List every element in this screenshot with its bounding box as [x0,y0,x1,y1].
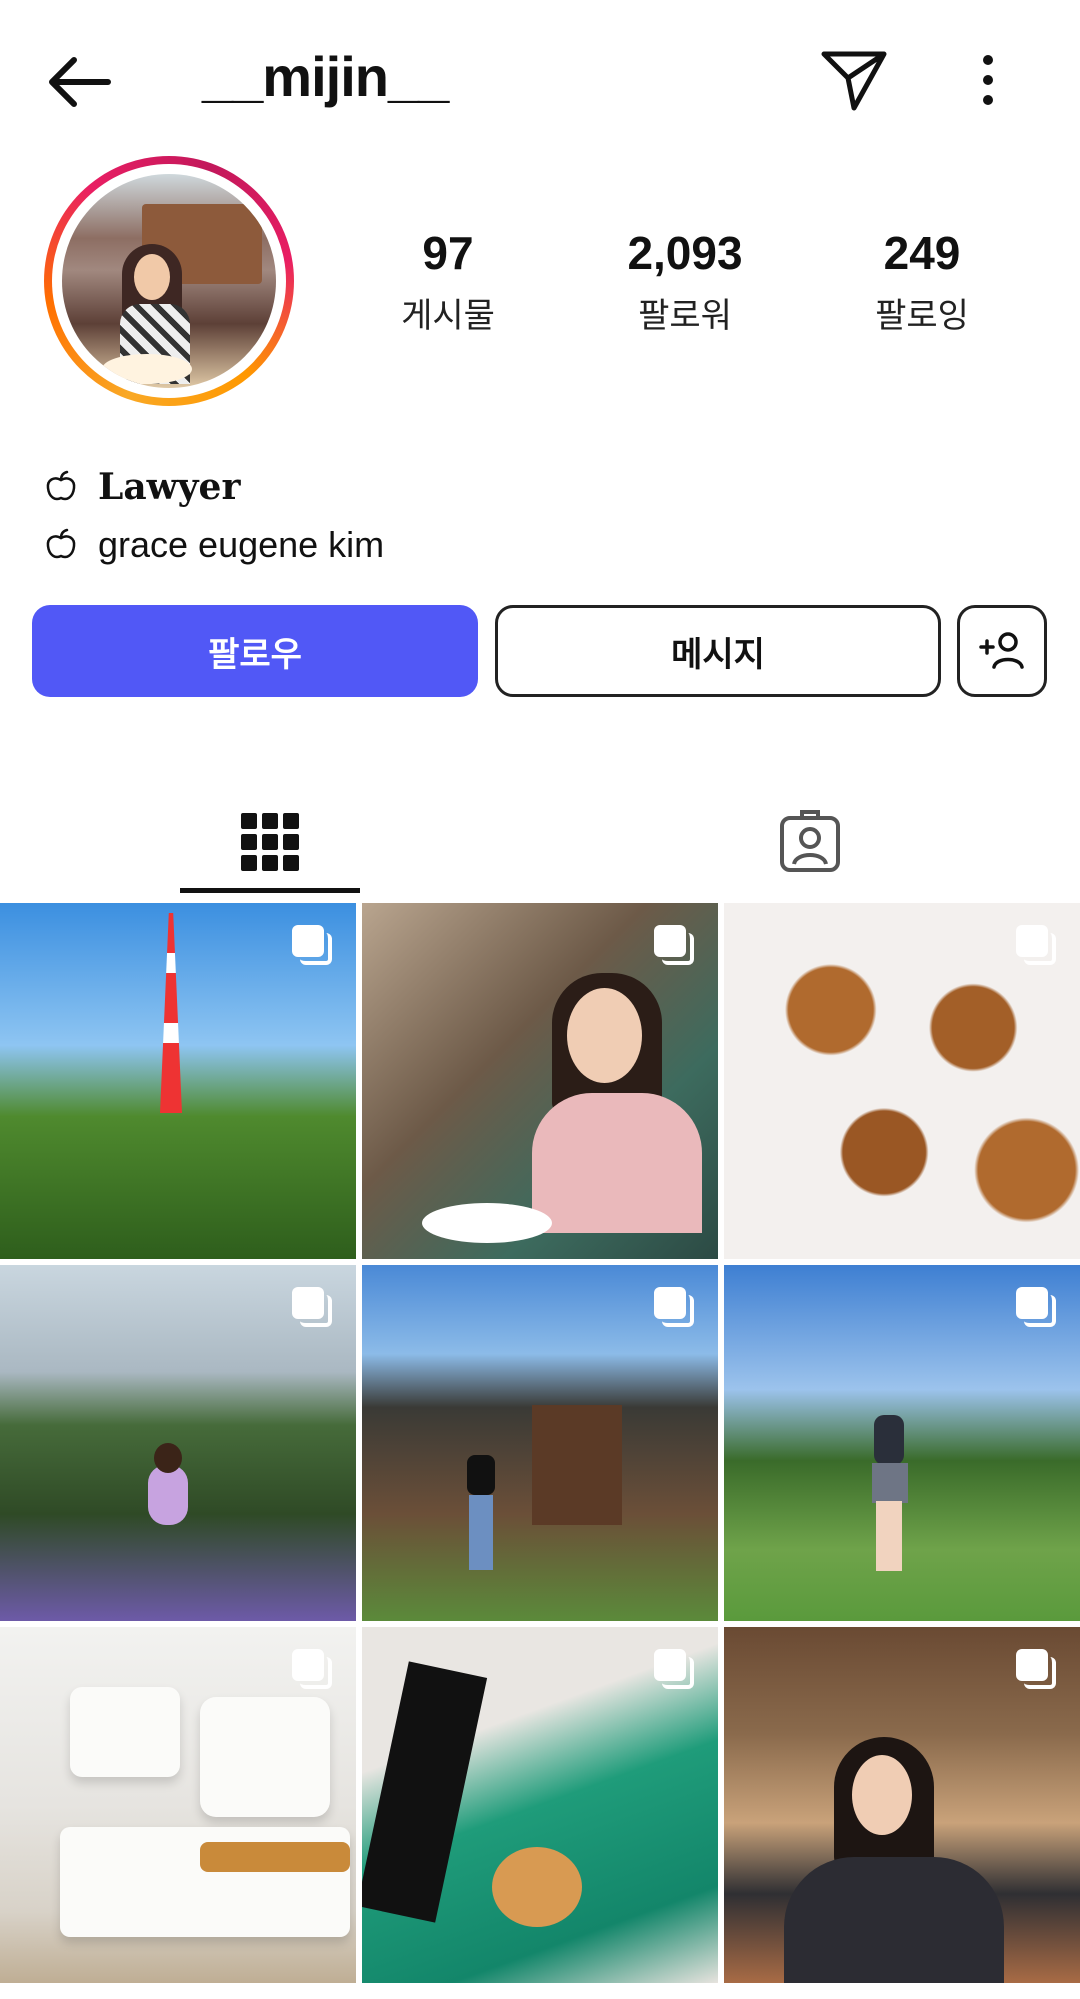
post-tile[interactable] [0,903,356,1259]
multiple-posts-icon [292,1649,334,1691]
apple-icon [46,528,76,559]
post-tile[interactable] [724,1627,1080,1983]
tab-tagged[interactable] [720,790,900,894]
apple-icon [46,470,76,501]
avatar [62,174,276,388]
stat-posts-value: 97 [422,227,474,279]
multiple-posts-icon [654,1649,696,1691]
post-tile[interactable] [0,1265,356,1621]
multiple-posts-icon [292,1287,334,1329]
message-button[interactable]: 메시지 [495,605,941,697]
avatar-story-ring[interactable] [44,156,294,406]
post-tile[interactable] [362,903,718,1259]
multiple-posts-icon [654,925,696,967]
post-tile[interactable] [724,903,1080,1259]
stat-followers[interactable]: 2,093 팔로워 [585,226,785,337]
profile-username: __mijin__ [202,45,449,108]
stat-following-value: 249 [883,227,961,279]
active-tab-indicator [180,888,360,893]
paper-plane-icon[interactable] [820,48,888,112]
stat-following[interactable]: 249 팔로잉 [822,226,1022,337]
post-tile[interactable] [0,1627,356,1983]
top-bar: __mijin__ [0,0,1080,160]
grid-icon [241,813,299,871]
stat-followers-value: 2,093 [627,227,743,279]
suggested-users-button[interactable] [957,605,1047,697]
multiple-posts-icon [292,925,334,967]
bio-line-title: Lawyer [44,466,240,508]
follow-button[interactable]: 팔로우 [32,605,478,697]
multiple-posts-icon [1016,1287,1058,1329]
bio-title: Lawyer [98,466,241,508]
bio-full-name: grace eugene kim [98,524,385,565]
tab-posts-grid[interactable] [180,790,360,894]
more-vertical-icon[interactable] [970,50,1006,110]
bio-line-name: grace eugene kim [44,524,384,566]
multiple-posts-icon [1016,925,1058,967]
multiple-posts-icon [654,1287,696,1329]
stat-following-label: 팔로잉 [875,297,969,335]
avatar-border [52,164,286,398]
tagged-person-icon [780,810,840,872]
multiple-posts-icon [1016,1649,1058,1691]
add-person-icon [979,632,1024,669]
post-tile[interactable] [362,1627,718,1983]
stat-posts-label: 게시물 [401,297,495,335]
post-tile[interactable] [362,1265,718,1621]
stat-posts[interactable]: 97 게시물 [348,226,548,337]
post-tile[interactable] [724,1265,1080,1621]
stat-followers-label: 팔로워 [638,297,732,335]
arrow-left-icon[interactable] [44,52,114,112]
